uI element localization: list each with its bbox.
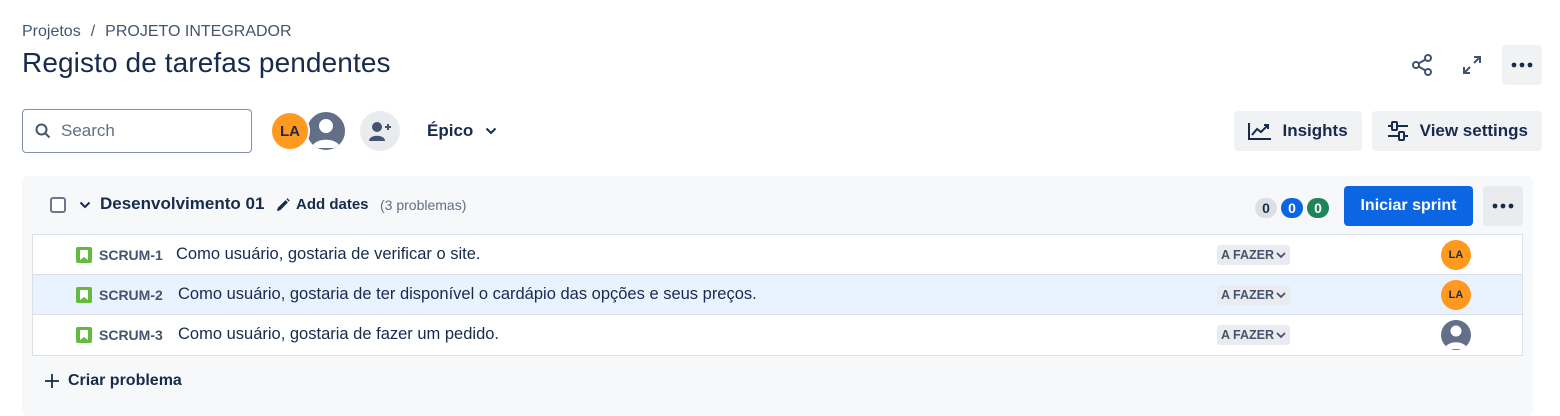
sprint-select-checkbox[interactable] [50,197,66,213]
assignee-avatar[interactable]: LA [1441,240,1471,270]
issue-key[interactable]: SCRUM-2 [99,287,163,303]
status-dropdown[interactable]: A FAZER [1217,325,1291,345]
done-count-badge: 0 [1307,198,1329,218]
epic-filter-dropdown[interactable]: Épico [427,108,497,154]
story-icon [76,327,92,343]
sprint-container: Desenvolvimento 01 Add dates (3 problema… [22,176,1533,416]
breadcrumb-projects-link[interactable]: Projetos [22,23,81,41]
more-icon [1492,203,1514,209]
more-icon [1511,62,1533,68]
chevron-down-icon [486,127,497,135]
settings-sliders-icon [1387,121,1408,141]
plus-icon [45,374,59,388]
issue-list: SCRUM-1 Como usuário, gostaria de verifi… [32,234,1523,356]
header-actions [1402,45,1542,85]
status-dropdown[interactable]: A FAZER [1217,285,1291,305]
issue-summary: Como usuário, gostaria de verificar o si… [176,245,481,263]
issue-key[interactable]: SCRUM-1 [99,247,163,263]
in-progress-count-badge: 0 [1281,198,1303,218]
issue-row[interactable]: SCRUM-3 Como usuário, gostaria de fazer … [33,315,1522,355]
sprint-header: Desenvolvimento 01 Add dates (3 problema… [22,176,1533,234]
unassigned-avatar[interactable] [1441,320,1471,350]
start-sprint-button[interactable]: Iniciar sprint [1344,186,1473,226]
insights-label: Insights [1282,121,1348,140]
status-dropdown[interactable]: A FAZER [1217,245,1291,265]
fullscreen-button[interactable] [1452,45,1492,85]
search-box[interactable] [22,109,252,153]
chevron-down-icon [1276,332,1286,338]
create-issue-button[interactable]: Criar problema [44,372,182,390]
avatar-filter-unassigned[interactable] [305,110,347,152]
share-icon [1412,54,1432,76]
epic-filter-label: Épico [427,121,474,140]
status-label: A FAZER [1221,328,1275,342]
breadcrumb-separator: / [90,23,96,40]
pencil-icon [277,197,290,211]
breadcrumb-project-link[interactable]: PROJETO INTEGRADOR [105,23,291,41]
add-dates-label: Add dates [296,196,369,213]
sprint-name: Desenvolvimento 01 [100,194,265,213]
view-settings-button[interactable]: View settings [1371,111,1542,151]
toolbar-right: Insights View settings [1234,111,1542,151]
story-icon [76,247,92,263]
status-label: A FAZER [1221,248,1275,262]
issue-row[interactable]: SCRUM-2 Como usuário, gostaria de ter di… [33,275,1522,315]
view-settings-label: View settings [1419,121,1528,140]
insights-icon [1248,123,1272,140]
issue-count: (3 problemas) [380,197,467,213]
issue-key[interactable]: SCRUM-3 [99,327,163,343]
sprint-more-button[interactable] [1483,186,1523,226]
chevron-down-icon [1276,292,1286,298]
breadcrumb: Projetos / PROJETO INTEGRADOR [22,23,292,41]
create-issue-label: Criar problema [68,372,182,389]
issue-row[interactable]: SCRUM-1 Como usuário, gostaria de verifi… [33,235,1522,275]
share-button[interactable] [1402,45,1442,85]
search-input[interactable] [61,121,231,141]
status-label: A FAZER [1221,288,1275,302]
add-people-button[interactable] [360,111,400,151]
expand-icon [1463,56,1481,74]
story-icon [76,287,92,303]
todo-count-badge: 0 [1255,198,1277,218]
status-badges: 0 0 0 [1255,198,1329,218]
issue-summary: Como usuário, gostaria de ter disponível… [178,285,757,303]
search-icon [35,123,51,139]
add-person-icon [369,122,391,141]
page-title: Registo de tarefas pendentes [22,47,391,78]
issue-summary: Como usuário, gostaria de fazer um pedid… [178,325,500,343]
chevron-down-icon [1276,252,1286,258]
more-actions-button[interactable] [1502,45,1542,85]
add-dates-button[interactable]: Add dates [276,196,369,213]
user-icon [312,119,340,148]
backlog-toolbar: LA Épico Insights [22,108,1542,154]
assignee-avatar[interactable]: LA [1441,280,1471,310]
collapse-chevron-icon[interactable] [78,195,92,215]
user-icon [1445,325,1467,349]
insights-button[interactable]: Insights [1234,111,1362,151]
avatar-filter-la[interactable]: LA [270,111,310,151]
